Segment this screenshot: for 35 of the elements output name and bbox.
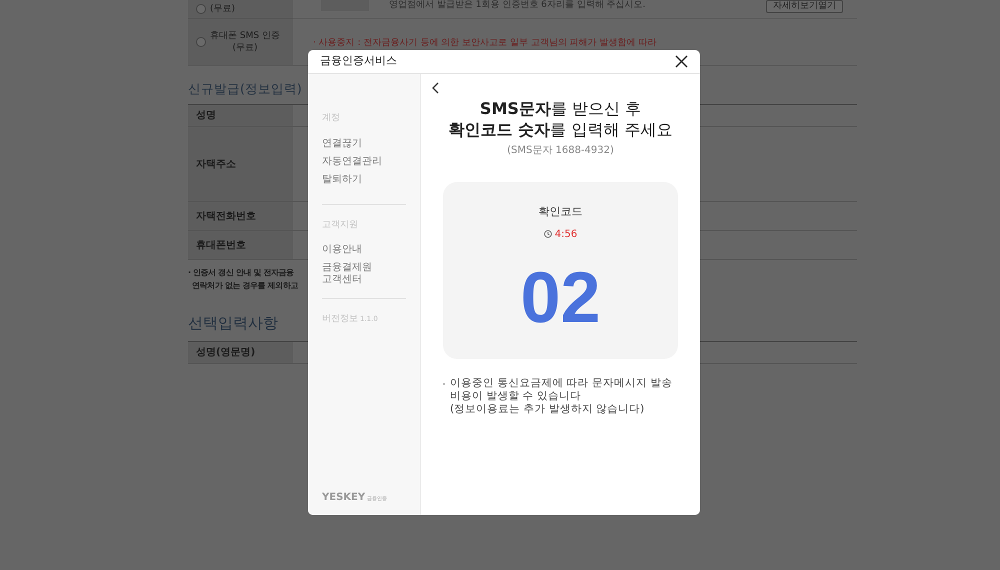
radio-button[interactable] <box>196 4 206 14</box>
radio-button[interactable] <box>196 37 206 47</box>
dialog-title: 금융인증서비스 <box>320 53 397 70</box>
instruction-text: 영업점에서 발급받은 1회용 인증번호 6자리를 입력해 주십시오. <box>389 0 646 11</box>
clock-icon <box>544 230 552 238</box>
section-title: 선택입력사항 <box>188 313 278 334</box>
menu-item[interactable]: 연결끊기 <box>322 138 406 150</box>
option-label: (무료) <box>210 3 236 15</box>
section-title: 신규발급(정보입력) <box>188 80 302 98</box>
option-label: (무료) <box>232 42 258 54</box>
table-label-cell: 자택전화번호 <box>188 202 293 230</box>
menu-item[interactable]: 탈퇴하기 <box>322 174 406 186</box>
logo: YESKEY <box>322 491 366 505</box>
notice-text: (정보이용료는 추가 발생하지 않습니다) <box>450 403 646 416</box>
table-label-cell: 휴대폰번호 <box>188 231 293 259</box>
headline: 확인코드 숫자를 입력해 주세요 <box>448 119 672 140</box>
details-button[interactable]: 자세히보기열기 <box>766 0 843 13</box>
code-label: 확인코드 <box>538 204 582 220</box>
table-label-cell: 성명 <box>188 105 293 126</box>
table-label-cell: 성명(영문명) <box>188 342 293 362</box>
headline: SMS문자를 받으신 후 <box>480 98 642 119</box>
note-text: · 인증서 갱신 안내 및 전자금융 <box>188 267 294 279</box>
countdown-timer: 4:56 <box>554 228 578 242</box>
verification-code: 02 <box>520 260 601 336</box>
menu-item[interactable]: 자동연결관리 <box>322 156 406 168</box>
warning-text: · 사용중지 : 전자금융사기 등에 의한 보안사고로 일부 고객님의 피해가 발생함에 따라 <box>313 38 656 48</box>
sender-number: (SMS문자 1688-4932) <box>507 144 614 158</box>
menu-item[interactable]: 금융결제원 고객센터 <box>322 262 406 286</box>
option-label: 휴대폰 SMS 인증 <box>210 30 280 42</box>
menu-item[interactable]: 이용안내 <box>322 244 406 256</box>
notice-text: 이용중인 통신요금제에 따라 문자메시지 발송 비용이 발생할 수 있습니다 <box>450 377 674 403</box>
back-icon[interactable] <box>431 82 439 94</box>
note-text: 연락처가 없는 경우를 제외하고 <box>191 280 298 292</box>
table-label-cell: 자택주소 <box>188 127 293 201</box>
close-icon[interactable] <box>675 55 688 68</box>
